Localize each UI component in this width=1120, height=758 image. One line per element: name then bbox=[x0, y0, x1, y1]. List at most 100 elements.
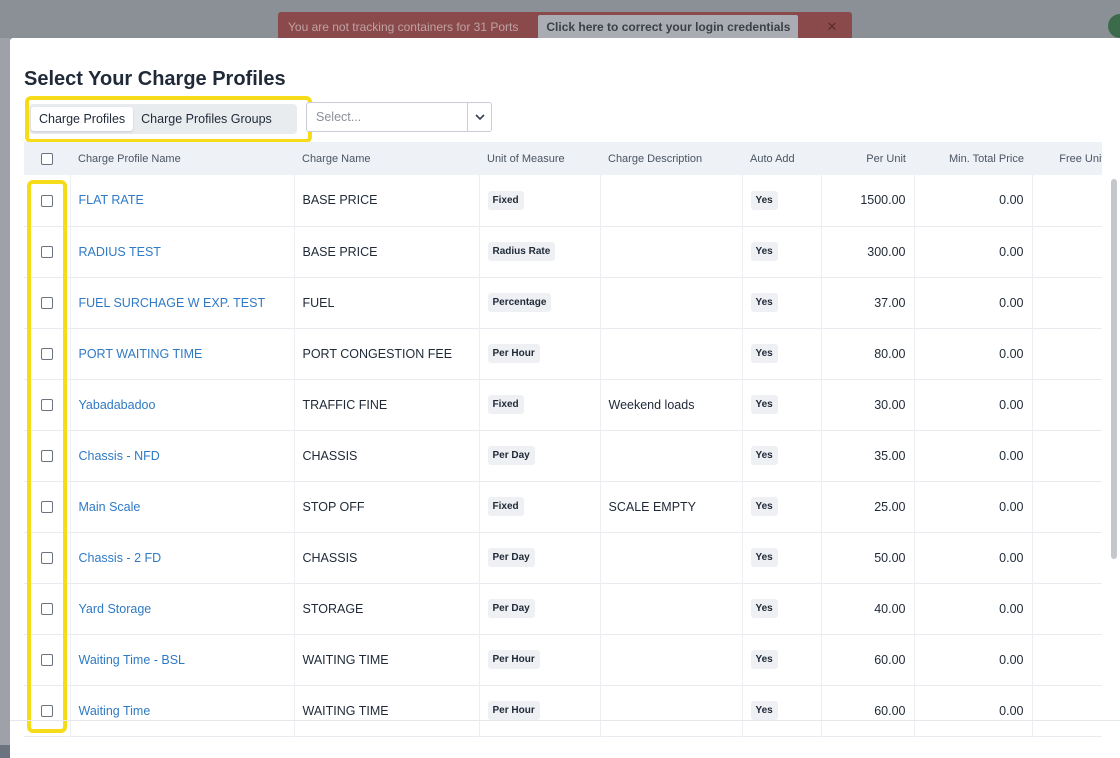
charge-description-cell bbox=[600, 430, 743, 481]
modal-footer-divider bbox=[10, 720, 1120, 721]
min-total-price-cell: 0.00 bbox=[914, 532, 1033, 583]
profile-name-link[interactable]: Waiting Time bbox=[70, 685, 295, 736]
profile-name-link[interactable]: Waiting Time - BSL bbox=[70, 634, 295, 685]
profile-name-link[interactable]: RADIUS TEST bbox=[70, 226, 295, 277]
table-row[interactable]: FLAT RATEBASE PRICE Fixed Yes 1500.000.001 bbox=[24, 175, 1102, 226]
table-row[interactable]: RADIUS TEST BASE PRICE Radius Rate Yes 300.0… bbox=[24, 226, 1102, 277]
row-checkbox[interactable] bbox=[40, 297, 53, 310]
charge-description-cell bbox=[600, 277, 743, 328]
profile-select[interactable]: Select... bbox=[306, 102, 492, 132]
column-header[interactable]: Charge Description bbox=[600, 142, 742, 175]
table-row[interactable]: Yard StorageSTORAGE Per Day Yes 40.000.001 bbox=[24, 583, 1102, 634]
row-checkbox[interactable] bbox=[40, 654, 53, 667]
table-row[interactable]: FUEL SURCHAGE W EXP. TEST FUEL Percentage Y… bbox=[24, 277, 1102, 328]
free-units-cell: 0 bbox=[1032, 430, 1102, 481]
table-row[interactable]: Waiting Time WAITING TIME Per Hour Yes 60.00… bbox=[24, 685, 1102, 736]
unit-of-measure-cell: Per Day bbox=[479, 430, 601, 481]
charge-name-cell: CHASSIS bbox=[294, 532, 480, 583]
select-all-checkbox[interactable] bbox=[41, 152, 53, 165]
row-checkbox[interactable] bbox=[40, 603, 53, 616]
auto-add-badge: Yes bbox=[750, 344, 778, 363]
auto-add-badge: Yes bbox=[750, 242, 778, 261]
close-icon[interactable]: ✕ bbox=[826, 19, 837, 35]
table-row[interactable]: Waiting Time - BSL WAITING TIME Per Hour Ye… bbox=[24, 634, 1102, 685]
unit-of-measure-cell: Per Day bbox=[479, 583, 601, 634]
auto-add-badge: Yes bbox=[750, 293, 778, 312]
row-checkbox[interactable] bbox=[40, 450, 53, 463]
per-unit-cell: 60.00 bbox=[821, 634, 915, 685]
chevron-down-icon[interactable] bbox=[467, 103, 491, 131]
profile-name-link[interactable]: PORT WAITING TIME bbox=[70, 328, 295, 379]
banner-text: You are not tracking containers for 31 P… bbox=[288, 20, 519, 34]
row-checkbox[interactable] bbox=[40, 501, 53, 514]
unit-badge: Per Hour bbox=[487, 701, 540, 720]
per-unit-cell: 37.00 bbox=[821, 277, 915, 328]
table-row[interactable]: PORT WAITING TIME PORT CONGESTION FEE Per … bbox=[24, 328, 1102, 379]
row-checkbox[interactable] bbox=[40, 399, 53, 412]
column-header[interactable]: Per Unit bbox=[821, 142, 914, 175]
per-unit-cell: 1500.00 bbox=[821, 175, 915, 226]
charge-name-cell: STORAGE bbox=[294, 583, 480, 634]
table-scrollbar[interactable] bbox=[1111, 179, 1117, 559]
table-row[interactable]: Chassis - 2 FD CHASSIS Per Day Yes 50.00 0.00… bbox=[24, 532, 1102, 583]
charge-name-cell: BASE PRICE bbox=[294, 175, 480, 226]
tab-charge-profiles-groups[interactable]: Charge Profiles Groups bbox=[133, 107, 280, 131]
free-units-cell: 0 bbox=[1032, 481, 1102, 532]
row-checkbox-cell bbox=[24, 379, 71, 430]
auto-add-cell: Yes bbox=[742, 685, 822, 736]
profile-name-link[interactable]: Chassis - 2 FD bbox=[70, 532, 295, 583]
profile-name-link[interactable]: FUEL SURCHAGE W EXP. TEST bbox=[70, 277, 295, 328]
unit-of-measure-cell: Per Day bbox=[479, 532, 601, 583]
per-unit-cell: 300.00 bbox=[821, 226, 915, 277]
profile-name-link[interactable]: Main Scale bbox=[70, 481, 295, 532]
column-header[interactable]: Free Units bbox=[1032, 142, 1102, 175]
row-checkbox[interactable] bbox=[40, 552, 53, 565]
per-unit-cell: 60.00 bbox=[821, 685, 915, 736]
table-row[interactable]: Yabadabadoo TRAFFIC FINE Fixed Weekend load… bbox=[24, 379, 1102, 430]
charge-description-cell bbox=[600, 175, 743, 226]
column-header[interactable]: Auto Add bbox=[742, 142, 821, 175]
auto-add-cell: Yes bbox=[742, 634, 822, 685]
unit-badge: Per Hour bbox=[487, 650, 540, 669]
profile-name-link[interactable]: Chassis - NFD bbox=[70, 430, 295, 481]
profile-name-link[interactable]: FLAT RATE bbox=[70, 175, 295, 226]
charge-name-cell: CHASSIS bbox=[294, 430, 480, 481]
row-checkbox-cell bbox=[24, 685, 71, 736]
auto-add-badge: Yes bbox=[750, 650, 778, 669]
free-units-cell: 2 bbox=[1032, 532, 1102, 583]
row-checkbox[interactable] bbox=[40, 194, 53, 207]
column-header[interactable]: Min. Total Price bbox=[914, 142, 1032, 175]
free-units-cell: 2 bbox=[1032, 328, 1102, 379]
charge-name-cell: TRAFFIC FINE bbox=[294, 379, 480, 430]
row-checkbox[interactable] bbox=[40, 348, 53, 361]
profile-name-link[interactable]: Yard Storage bbox=[70, 583, 295, 634]
free-units-cell: 1 bbox=[1032, 634, 1102, 685]
auto-add-cell: Yes bbox=[742, 226, 822, 277]
auto-add-badge: Yes bbox=[750, 190, 778, 210]
table-row[interactable]: Chassis - NFDCHASSIS Per Day Yes 35.000.000 bbox=[24, 430, 1102, 481]
row-checkbox-cell bbox=[24, 226, 71, 277]
table-row[interactable]: Main Scale STOP OFF Fixed SCALE EMPTY Yes 25.… bbox=[24, 481, 1102, 532]
unit-badge: Per Day bbox=[487, 548, 535, 567]
profile-name-link[interactable]: Yabadabadoo bbox=[70, 379, 295, 430]
auto-add-badge: Yes bbox=[750, 599, 778, 618]
row-checkbox[interactable] bbox=[40, 705, 53, 718]
min-total-price-cell: 0.00 bbox=[914, 175, 1033, 226]
auto-add-cell: Yes bbox=[742, 328, 822, 379]
auto-add-cell: Yes bbox=[742, 430, 822, 481]
column-header[interactable]: Unit of Measure bbox=[479, 142, 600, 175]
avatar[interactable] bbox=[1108, 14, 1120, 38]
column-header[interactable]: Charge Profile Name bbox=[70, 142, 294, 175]
column-header[interactable]: Charge Name bbox=[294, 142, 479, 175]
unit-badge: Fixed bbox=[487, 497, 524, 516]
tab-charge-profiles[interactable]: Charge Profiles bbox=[31, 107, 134, 131]
banner-link[interactable]: Click here to correct your login credent… bbox=[538, 15, 799, 39]
free-units-cell: 0 bbox=[1032, 379, 1102, 430]
unit-of-measure-cell: Fixed bbox=[479, 481, 601, 532]
tab-group: Charge Profiles Charge Profiles Groups bbox=[29, 104, 297, 134]
charge-name-cell: WAITING TIME bbox=[294, 685, 480, 736]
row-checkbox-cell bbox=[24, 175, 71, 226]
per-unit-cell: 25.00 bbox=[821, 481, 915, 532]
row-checkbox[interactable] bbox=[40, 246, 53, 259]
charge-name-cell: PORT CONGESTION FEE bbox=[294, 328, 480, 379]
